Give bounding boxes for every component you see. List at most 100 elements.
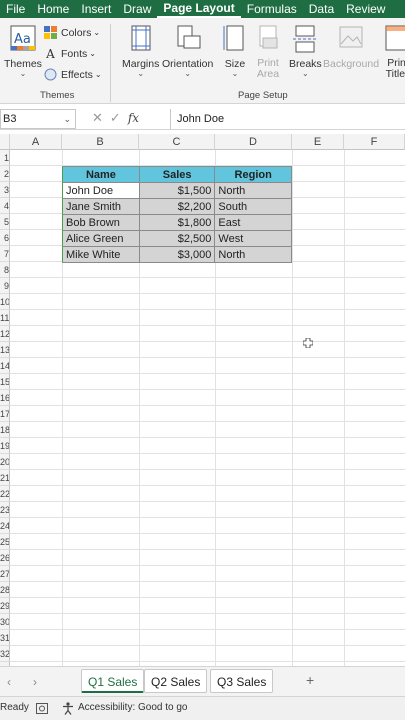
row-header[interactable]: 28 [0, 582, 10, 598]
row-header[interactable]: 4 [0, 198, 10, 214]
column-header-a[interactable]: A [10, 134, 62, 150]
table-cell[interactable]: $1,500 [138, 182, 216, 199]
svg-text:Aa: Aa [14, 32, 31, 47]
size-icon [223, 25, 244, 51]
row-header[interactable]: 26 [0, 550, 10, 566]
header-region[interactable]: Region [214, 166, 292, 183]
row-header[interactable]: 9 [0, 278, 10, 294]
row-header[interactable]: 20 [0, 454, 10, 470]
row-header[interactable]: 5 [0, 214, 10, 230]
row-header[interactable]: 7 [0, 246, 10, 262]
row-header[interactable]: 29 [0, 598, 10, 614]
table-cell[interactable]: Alice Green [62, 230, 140, 247]
table-cell[interactable]: South [214, 198, 292, 215]
table-cell[interactable]: $2,500 [138, 230, 216, 247]
formula-input[interactable]: John Doe [170, 109, 405, 129]
row-header[interactable]: 31 [0, 630, 10, 646]
tab-draw[interactable]: Draw [117, 0, 157, 18]
sheet-tab-q1-sales[interactable]: Q1 Sales [81, 669, 145, 693]
header-sales[interactable]: Sales [138, 166, 216, 183]
row-header[interactable]: 25 [0, 534, 10, 550]
print-titles-button[interactable]: Print Titles [384, 24, 405, 80]
row-header[interactable]: 19 [0, 438, 10, 454]
name-box[interactable]: B3 ⌄ [0, 109, 76, 129]
column-header-b[interactable]: B [62, 134, 139, 150]
row-header[interactable]: 13 [0, 342, 10, 358]
chevron-down-icon[interactable]: ⌄ [63, 110, 71, 128]
table-cell[interactable]: Jane Smith [62, 198, 140, 215]
themes-button[interactable]: Aa Themes ⌄ [4, 24, 42, 78]
sheet-tab-q2-sales[interactable]: Q2 Sales [144, 669, 208, 693]
select-all-corner[interactable] [0, 134, 10, 150]
accessibility-status[interactable]: Accessibility: Good to go [78, 702, 188, 713]
row-header[interactable]: 17 [0, 406, 10, 422]
table-cell[interactable]: Bob Brown [62, 214, 140, 231]
orientation-button[interactable]: Orientation ⌄ [162, 24, 213, 78]
table-cell[interactable]: $3,000 [138, 246, 216, 263]
table-cell[interactable]: $2,200 [138, 198, 216, 215]
tab-data[interactable]: Data [303, 0, 340, 18]
table-cell[interactable]: John Doe [62, 182, 140, 199]
fonts-button[interactable]: A Fonts ⌄ [44, 47, 96, 61]
table-cell[interactable]: $1,800 [138, 214, 216, 231]
row-header[interactable]: 22 [0, 486, 10, 502]
table-row: Mike White $3,000 North [62, 246, 292, 263]
effects-icon [44, 68, 57, 81]
row-header[interactable]: 30 [0, 614, 10, 630]
row-header[interactable]: 21 [0, 470, 10, 486]
tab-review[interactable]: Review [340, 0, 391, 18]
row-header[interactable]: 32 [0, 646, 10, 662]
column-header-f[interactable]: F [344, 134, 405, 150]
table-cell[interactable]: East [214, 214, 292, 231]
sheet-tab-bar: ‹ › Q1 Sales Q2 Sales Q3 Sales + [0, 666, 405, 696]
row-header[interactable]: 2 [0, 166, 10, 182]
add-sheet-icon[interactable]: + [306, 672, 314, 688]
chevron-right-icon[interactable]: › [33, 675, 37, 689]
column-header-d[interactable]: D [215, 134, 292, 150]
macro-recording-icon[interactable] [36, 703, 48, 714]
print-area-button[interactable]: Print Area [254, 24, 282, 80]
table-cell[interactable]: North [214, 182, 292, 199]
chevron-left-icon[interactable]: ‹ [7, 675, 11, 689]
column-header-c[interactable]: C [139, 134, 215, 150]
row-header[interactable]: 1 [0, 150, 10, 166]
table-cell[interactable]: North [214, 246, 292, 263]
row-header[interactable]: 24 [0, 518, 10, 534]
cancel-icon[interactable]: ✕ [92, 110, 103, 126]
margins-button[interactable]: Margins ⌄ [122, 24, 159, 78]
table-row: Alice Green $2,500 West [62, 230, 292, 247]
tab-home[interactable]: Home [31, 0, 75, 18]
sheet-tab-q3-sales[interactable]: Q3 Sales [210, 669, 274, 693]
row-header[interactable]: 8 [0, 262, 10, 278]
tab-file[interactable]: File [0, 0, 31, 18]
breaks-button[interactable]: Breaks ⌄ [289, 24, 322, 78]
table-cell[interactable]: West [214, 230, 292, 247]
insert-function-icon[interactable]: fx [128, 111, 139, 125]
header-name[interactable]: Name [62, 166, 140, 183]
row-header[interactable]: 3 [0, 182, 10, 198]
row-header[interactable]: 15 [0, 374, 10, 390]
colors-button[interactable]: Colors ⌄ [44, 26, 100, 39]
grid-line [10, 565, 405, 566]
background-button[interactable]: Background [323, 24, 379, 70]
row-header[interactable]: 11 [0, 310, 10, 326]
row-header[interactable]: 12 [0, 326, 10, 342]
confirm-icon[interactable]: ✓ [110, 110, 121, 126]
effects-button[interactable]: Effects ⌄ [44, 68, 102, 81]
column-header-e[interactable]: E [292, 134, 344, 150]
tab-insert[interactable]: Insert [75, 0, 117, 18]
row-header[interactable]: 27 [0, 566, 10, 582]
tab-page-layout[interactable]: Page Layout [157, 0, 241, 18]
tab-formulas[interactable]: Formulas [241, 0, 303, 18]
row-header[interactable]: 10 [0, 294, 10, 310]
worksheet-grid[interactable]: A B C D E F 1 2 3 4 5 6 7 8 9 10 11 12 13 14 15 16 17 18 1… [0, 134, 405, 666]
row-header[interactable]: 23 [0, 502, 10, 518]
row-header[interactable]: 16 [0, 390, 10, 406]
accessibility-icon[interactable] [62, 702, 74, 715]
row-header[interactable]: 18 [0, 422, 10, 438]
chevron-down-icon: ⌄ [94, 70, 102, 79]
row-header[interactable]: 14 [0, 358, 10, 374]
size-button[interactable]: Size ⌄ [221, 24, 249, 78]
table-cell[interactable]: Mike White [62, 246, 140, 263]
row-header[interactable]: 6 [0, 230, 10, 246]
